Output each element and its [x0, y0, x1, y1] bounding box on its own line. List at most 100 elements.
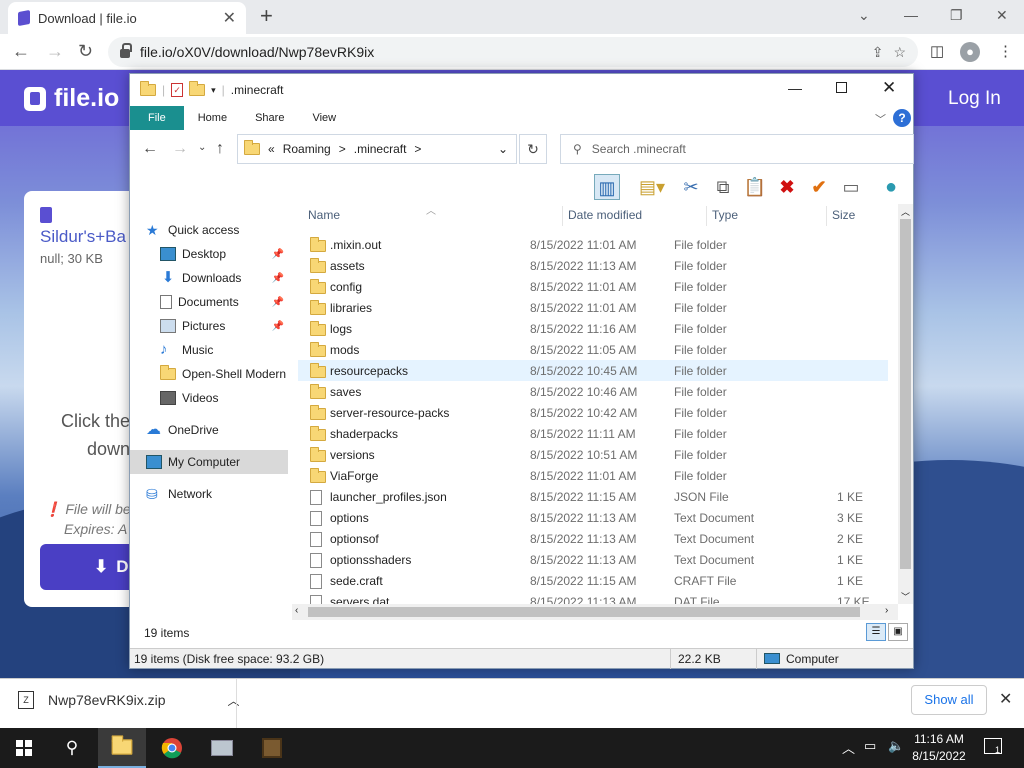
file-row[interactable]: launcher_profiles.json 8/15/2022 11:15 AM… — [298, 486, 888, 507]
tab-file[interactable]: File — [130, 106, 184, 130]
file-row[interactable]: optionsof 8/15/2022 11:13 AM Text Document… — [298, 528, 888, 549]
address-bar[interactable]: file.io/oX0V/download/Nwp78evRK9ix ⇪ ☆ — [108, 37, 918, 67]
notifications-icon[interactable]: 1 — [984, 738, 1002, 755]
address-dropdown-icon[interactable]: ⌄ — [498, 142, 508, 156]
file-row[interactable]: versions 8/15/2022 10:51 AM File folder — [298, 444, 888, 465]
file-row[interactable]: sede.craft 8/15/2022 11:15 AM CRAFT File 1 … — [298, 570, 888, 591]
file-row[interactable]: servers.dat 8/15/2022 11:13 AM DAT File 17 … — [298, 591, 888, 604]
login-link[interactable]: Log In — [948, 88, 1001, 110]
delete-icon[interactable]: ✖ — [774, 174, 800, 200]
chrome-taskbar-icon[interactable] — [148, 728, 196, 768]
file-row[interactable]: ViaForge 8/15/2022 11:01 AM File folder — [298, 465, 888, 486]
show-hidden-icons[interactable]: ︿ — [842, 738, 855, 757]
large-icons-view-icon[interactable]: ▣ — [888, 623, 908, 641]
rename-icon[interactable]: ▭ — [838, 174, 864, 200]
nav-item-downloads[interactable]: ⬇ Downloads 📌 — [130, 266, 288, 290]
download-options-icon[interactable]: ︿ — [228, 692, 240, 709]
volume-icon[interactable]: 🔈 — [888, 738, 904, 754]
fileio-logo[interactable]: file.io — [24, 84, 119, 113]
column-date-modified[interactable]: Date modified — [568, 208, 642, 222]
file-row[interactable]: options 8/15/2022 11:13 AM Text Document 3 … — [298, 507, 888, 528]
paste-icon[interactable]: 📋 — [742, 174, 768, 200]
nav-item-onedrive[interactable]: ☁ OneDrive — [130, 418, 288, 442]
file-row[interactable]: saves 8/15/2022 10:46 AM File folder — [298, 381, 888, 402]
share-icon[interactable]: ⇪ — [872, 44, 884, 61]
breadcrumb-separator[interactable]: > — [339, 142, 346, 156]
vertical-scroll-thumb[interactable] — [900, 219, 911, 569]
nav-item-desktop[interactable]: Desktop 📌 — [130, 242, 288, 266]
back-icon[interactable]: ← — [12, 40, 30, 62]
nav-item-videos[interactable]: Videos — [130, 386, 288, 410]
file-row[interactable]: libraries 8/15/2022 11:01 AM File folder — [298, 297, 888, 318]
search-box[interactable]: ⚲ Search .minecraft — [560, 134, 914, 164]
minecraft-taskbar-icon[interactable] — [248, 728, 296, 768]
tab-view[interactable]: View — [298, 106, 350, 130]
preview-pane-icon[interactable]: ▥ — [594, 174, 620, 200]
nav-item-open-shell-modern[interactable]: Open-Shell Modern — [130, 362, 288, 386]
file-row[interactable]: config 8/15/2022 11:01 AM File folder — [298, 276, 888, 297]
file-row[interactable]: server-resource-packs 8/15/2022 10:42 AM F… — [298, 402, 888, 423]
nav-item-my-computer[interactable]: My Computer — [130, 450, 288, 474]
address-breadcrumb[interactable]: « Roaming > .minecraft > ⌄ — [237, 134, 517, 164]
close-shelf-icon[interactable]: ✕ — [999, 689, 1012, 709]
refresh-icon[interactable]: ↻ — [519, 134, 547, 164]
reload-icon[interactable]: ↻ — [78, 40, 93, 62]
cut-icon[interactable]: ✂ — [678, 174, 704, 200]
close-tab-icon[interactable]: ✕ — [223, 8, 236, 28]
restore-icon[interactable]: ❐ — [950, 4, 963, 26]
show-all-button[interactable]: Show all — [911, 685, 987, 715]
file-row[interactable]: resourcepacks 8/15/2022 10:45 AM File fold… — [298, 360, 888, 381]
side-panel-icon[interactable]: ◫ — [930, 42, 944, 62]
file-row[interactable]: logs 8/15/2022 11:16 AM File folder — [298, 318, 888, 339]
new-tab-button[interactable]: + — [260, 4, 273, 28]
new-folder-icon[interactable] — [189, 81, 206, 96]
minimize-icon[interactable]: — — [904, 4, 918, 26]
browser-tab[interactable]: Download | file.io ✕ — [8, 2, 246, 34]
scroll-up-icon[interactable]: ︿ — [901, 205, 910, 218]
taskbar-clock[interactable]: 11:16 AM 8/15/2022 — [906, 731, 972, 765]
file-row[interactable]: shaderpacks 8/15/2022 11:11 AM File folder — [298, 423, 888, 444]
column-size[interactable]: Size — [832, 208, 855, 222]
file-row[interactable]: assets 8/15/2022 11:13 AM File folder — [298, 255, 888, 276]
details-view-icon[interactable]: ☰ — [866, 623, 886, 641]
breadcrumb-separator[interactable]: > — [414, 142, 421, 156]
tab-share[interactable]: Share — [241, 106, 298, 130]
download-item[interactable]: Z Nwp78evRK9ix.zip ︿ — [18, 691, 240, 709]
recent-locations-icon[interactable]: ⌄ — [198, 142, 206, 153]
network-globe-icon[interactable]: ● — [878, 174, 904, 200]
file-row[interactable]: .mixin.out 8/15/2022 11:01 AM File folder — [298, 234, 888, 255]
column-name[interactable]: Name — [308, 208, 340, 222]
copy-icon[interactable]: ⧉ — [710, 174, 736, 200]
back-arrow-icon[interactable]: ← — [142, 140, 158, 158]
menu-kebab-icon[interactable]: ⋮ — [998, 42, 1013, 62]
help-icon[interactable]: ? — [893, 109, 911, 127]
scroll-down-icon[interactable]: ﹀ — [901, 590, 910, 603]
explorer-maximize-icon[interactable] — [836, 82, 847, 93]
breadcrumb-overflow[interactable]: « — [268, 142, 275, 156]
properties-icon[interactable]: ✓ — [171, 83, 184, 97]
explorer-close-icon[interactable]: ✕ — [882, 78, 896, 98]
expand-ribbon-icon[interactable]: ﹀ — [875, 111, 886, 127]
nav-item-quick-access[interactable]: ★ Quick access — [130, 218, 288, 242]
profile-avatar-icon[interactable]: ● — [960, 42, 980, 62]
close-window-icon[interactable]: ✕ — [996, 4, 1008, 26]
up-arrow-icon[interactable]: ↑ — [216, 140, 224, 158]
start-windows-icon[interactable] — [0, 728, 48, 768]
explorer-minimize-icon[interactable]: — — [788, 80, 802, 96]
tab-search-icon[interactable]: ⌄ — [858, 4, 870, 26]
file-explorer-taskbar-icon[interactable] — [98, 728, 146, 768]
nav-item-music[interactable]: ♪ Music — [130, 338, 288, 362]
scroll-right-icon[interactable]: › — [885, 605, 888, 616]
select-check-icon[interactable]: ✔ — [806, 174, 832, 200]
column-type[interactable]: Type — [712, 208, 738, 222]
forward-arrow-icon[interactable]: → — [172, 140, 188, 158]
forward-icon[interactable]: → — [46, 40, 64, 62]
quick-access-dropdown-icon[interactable]: ▾ — [211, 85, 216, 96]
nav-item-documents[interactable]: Documents 📌 — [130, 290, 288, 314]
network-tray-icon[interactable]: ▭ — [864, 738, 876, 754]
folder-options-icon[interactable]: ▤▾ — [632, 174, 672, 200]
nav-item-pictures[interactable]: Pictures 📌 — [130, 314, 288, 338]
horizontal-scroll-thumb[interactable] — [308, 607, 860, 617]
breadcrumb-minecraft[interactable]: .minecraft — [354, 142, 407, 156]
file-row[interactable]: mods 8/15/2022 11:05 AM File folder — [298, 339, 888, 360]
